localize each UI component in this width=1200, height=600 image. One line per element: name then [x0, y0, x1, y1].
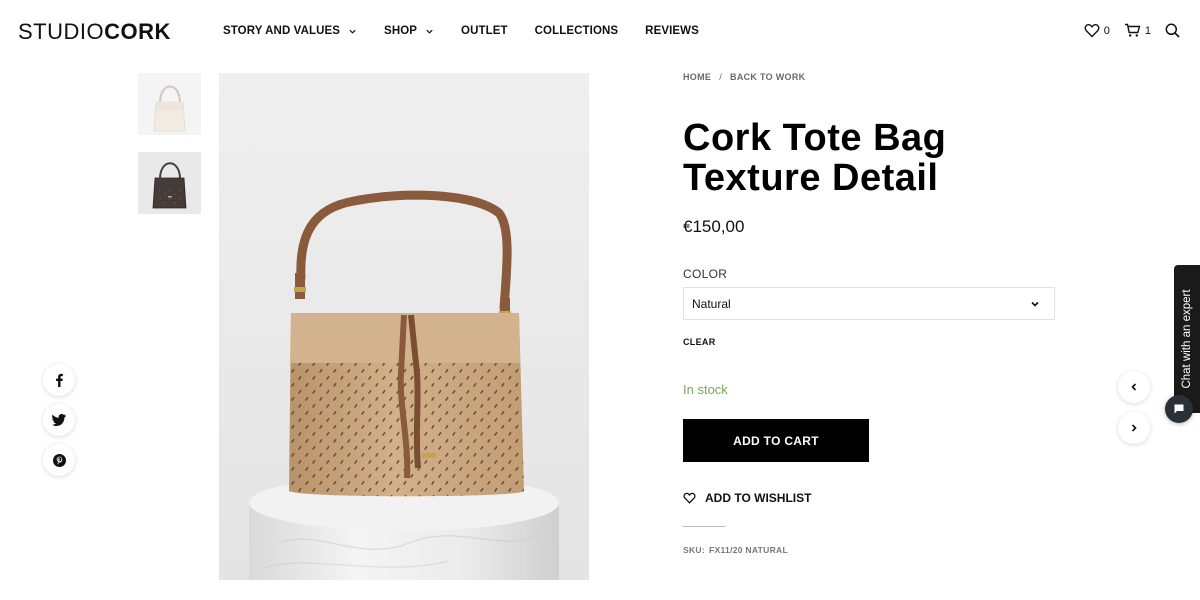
heart-icon [1084, 23, 1100, 38]
search-icon [1165, 23, 1180, 38]
sku-value: FX11/20 NATURAL [708, 545, 788, 555]
add-to-wishlist-label: ADD TO WISHLIST [705, 491, 812, 505]
thumbnail-bag-image [138, 73, 201, 135]
nav-item-label: STORY AND VALUES [223, 25, 341, 37]
twitter-icon [52, 414, 66, 426]
breadcrumb: HOME / BACK TO WORK [683, 72, 805, 82]
nav-item-collections[interactable]: COLLECTIONS [535, 25, 619, 37]
brand-logo[interactable]: STUDIOCORK [18, 20, 171, 44]
chevron-left-icon [1131, 383, 1137, 391]
product-title-line-1: Cork Tote Bag [683, 117, 947, 159]
nav-item-label: SHOP [384, 25, 418, 37]
color-label: COLOR [683, 267, 728, 281]
thumbnail-bag-image [138, 152, 201, 214]
share-pinterest-button[interactable] [43, 444, 75, 476]
nav-item-label: OUTLET [461, 25, 508, 37]
product-title-line-2: Texture Detail [683, 157, 939, 199]
main-product-image[interactable] [219, 73, 589, 580]
stock-status: In stock [683, 382, 728, 397]
nav-item-story-and-values[interactable]: STORY AND VALUES [223, 25, 357, 37]
brand-logo-bold: CORK [104, 19, 171, 44]
cart-link[interactable]: 1 [1124, 23, 1151, 38]
breadcrumb-back-link[interactable]: BACK TO WORK [730, 72, 805, 82]
next-product-button[interactable] [1118, 412, 1150, 444]
nav-item-label: COLLECTIONS [534, 25, 619, 37]
main-nav: STORY AND VALUES SHOP OUTLET COLLECTIONS… [223, 25, 726, 37]
chat-with-expert-tab[interactable]: Chat with an expert [1174, 265, 1200, 413]
search-button[interactable] [1165, 23, 1180, 38]
product-bag-image [219, 73, 589, 580]
chat-tab-label: Chat with an expert [1181, 289, 1193, 389]
chevron-down-icon [1031, 301, 1039, 307]
heart-icon [683, 492, 696, 504]
breadcrumb-home-link[interactable]: HOME [683, 72, 711, 82]
color-select[interactable]: Natural [683, 287, 1055, 320]
wishlist-count: 0 [1103, 24, 1110, 37]
cart-icon [1124, 23, 1141, 37]
nav-item-reviews[interactable]: REVIEWS [645, 25, 699, 37]
add-to-cart-button[interactable]: ADD TO CART [683, 419, 869, 462]
cart-count: 1 [1144, 24, 1151, 37]
add-to-wishlist-link[interactable]: ADD TO WISHLIST [683, 491, 811, 505]
brand-logo-light: STUDIO [18, 19, 105, 44]
chevron-down-icon [349, 29, 356, 34]
nav-item-label: REVIEWS [645, 25, 699, 37]
facebook-icon [56, 373, 63, 387]
divider [683, 526, 725, 527]
header-icons: 0 1 [1070, 23, 1180, 38]
share-twitter-button[interactable] [43, 404, 75, 436]
thumbnail-natural[interactable] [138, 73, 201, 135]
thumbnail-dark[interactable] [138, 152, 201, 214]
nav-item-outlet[interactable]: OUTLET [461, 25, 508, 37]
share-facebook-button[interactable] [43, 364, 75, 396]
product-price: €150,00 [683, 217, 745, 236]
sku-label: SKU: [683, 545, 705, 555]
product-title: Cork Tote Bag Texture Detail [683, 118, 1023, 198]
clear-selection-link[interactable]: CLEAR [683, 337, 716, 347]
pinterest-icon [52, 453, 66, 467]
previous-product-button[interactable] [1118, 371, 1150, 403]
sku: SKU: FX11/20 NATURAL [683, 545, 788, 555]
breadcrumb-separator: / [719, 72, 723, 82]
chat-icon [1174, 404, 1184, 414]
nav-item-shop[interactable]: SHOP [384, 25, 434, 37]
chevron-right-icon [1131, 424, 1137, 432]
chevron-down-icon [426, 29, 433, 34]
chat-bubble-button[interactable] [1165, 395, 1193, 423]
color-select-value: Natural [692, 296, 731, 311]
wishlist-link[interactable]: 0 [1084, 23, 1110, 38]
